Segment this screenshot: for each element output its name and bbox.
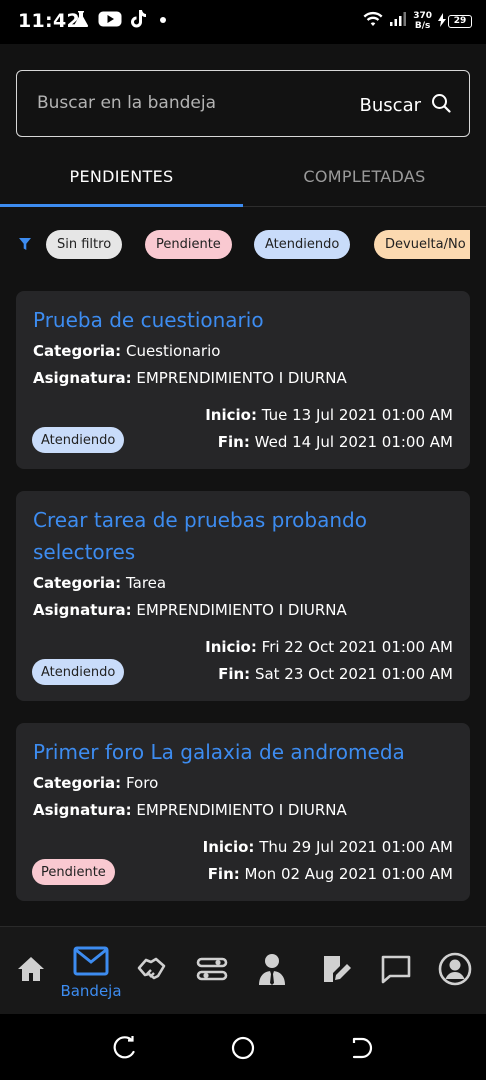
search-icon [431,93,451,118]
filter-icon[interactable] [18,236,32,255]
nav-teacher[interactable] [254,927,290,1015]
home-icon [16,955,46,987]
recents-icon[interactable] [113,1036,137,1064]
tab-completadas[interactable]: COMPLETADAS [243,167,486,191]
chat-icon [380,954,412,988]
chip-pendiente[interactable]: Pendiente [145,230,232,259]
home-button-icon[interactable] [231,1036,255,1064]
network-speed: 370 B/s [413,11,432,31]
wifi-icon [363,11,383,31]
status-badge: Pendiente [32,859,115,885]
youtube-icon [98,10,122,32]
tiktok-icon [130,9,148,33]
charging-icon [438,12,446,31]
status-badge: Atendiendo [32,659,125,685]
task-card[interactable]: Crear tarea de pruebas probando selector… [16,491,470,701]
search-bar[interactable]: Buscar en la bandeja Buscar [16,70,470,137]
status-badge: Atendiendo [32,427,125,453]
filter-chips: Sin filtro Pendiente Atendiendo Devuelta… [46,230,470,260]
tab-pendientes[interactable]: PENDIENTES [0,167,243,191]
dot-icon [156,12,170,31]
task-asignatura: Asignatura: EMPRENDIMIENTO I DIURNA [33,601,347,619]
task-inicio: Inicio: Fri 22 Oct 2021 01:00 AM [205,638,453,656]
task-title[interactable]: Crear tarea de pruebas probando selector… [33,504,453,568]
search-input[interactable]: Buscar en la bandeja [37,93,216,113]
nav-handshake[interactable] [134,927,170,1015]
task-inicio: Inicio: Thu 29 Jul 2021 01:00 AM [202,838,453,856]
nav-settings[interactable] [194,927,230,1015]
task-fin: Fin: Mon 02 Aug 2021 01:00 AM [207,865,453,883]
task-inicio: Inicio: Tue 13 Jul 2021 01:00 AM [205,406,453,424]
signal-icon [389,11,407,31]
nav-home[interactable] [12,927,50,1015]
task-fin: Fin: Wed 14 Jul 2021 01:00 AM [217,433,453,451]
task-title[interactable]: Prueba de cuestionario [33,304,453,336]
status-time: 11:42 [18,10,80,32]
battery-icon: 29 [448,14,472,28]
flask-icon [72,10,90,32]
back-icon[interactable] [350,1036,374,1064]
nav-chat[interactable] [378,927,414,1015]
task-categoria: Categoria: Cuestionario [33,342,221,360]
inbox-icon [73,946,109,980]
nav-bandeja-label: Bandeja [60,982,122,1000]
search-button[interactable]: Buscar [360,93,451,118]
chip-devuelta[interactable]: Devuelta/No r [374,230,470,259]
system-navigation [0,1014,486,1080]
nav-notes[interactable] [318,927,354,1015]
teacher-icon [257,953,287,989]
nav-profile[interactable] [436,927,474,1015]
settings-sliders-icon [196,954,228,988]
task-categoria: Categoria: Foro [33,774,159,792]
profile-icon [438,952,472,990]
task-categoria: Categoria: Tarea [33,574,167,592]
handshake-icon [136,954,168,988]
nav-bandeja[interactable]: Bandeja [60,927,122,1015]
task-asignatura: Asignatura: EMPRENDIMIENTO I DIURNA [33,369,347,387]
bottom-navigation: Bandeja [0,926,486,1014]
task-asignatura: Asignatura: EMPRENDIMIENTO I DIURNA [33,801,347,819]
task-title[interactable]: Primer foro La galaxia de andromeda [33,736,453,768]
status-bar: 11:42 370 B/s 29 [0,0,486,44]
task-card[interactable]: Primer foro La galaxia de andromeda Cate… [16,723,470,901]
task-card[interactable]: Prueba de cuestionario Categoria: Cuesti… [16,291,470,469]
chip-sin-filtro[interactable]: Sin filtro [46,230,123,259]
chip-atendiendo[interactable]: Atendiendo [254,230,351,259]
task-fin: Fin: Sat 23 Oct 2021 01:00 AM [218,665,453,683]
notes-edit-icon [321,954,351,988]
tab-active-indicator [0,204,243,207]
